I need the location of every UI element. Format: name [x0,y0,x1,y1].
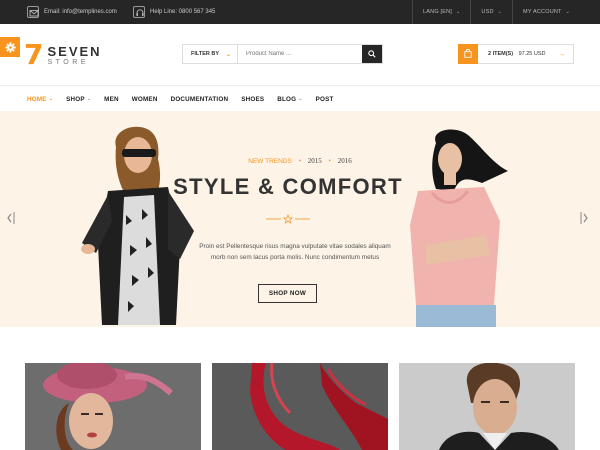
account-label: MY ACCOUNT [523,9,562,15]
cart-text: 2 ITEM(S) 97.25 USD [478,51,558,57]
email-text: Email: info@templines.com [44,9,117,15]
currency-label: USD [481,9,494,15]
hero-description-line: Proin est Pellentesque risus magna vulpu… [199,243,391,250]
currency-dropdown[interactable]: USD ⌄ [470,0,512,24]
hero-kicker-label: NEW TRENDS [248,158,292,165]
separator-dot: • [328,157,331,165]
chevron-left-icon [7,212,15,224]
nav-label: DOCUMENTATION [170,95,229,103]
category-banners [0,327,600,450]
filter-dropdown[interactable]: FILTER BY ⌄ [183,45,238,63]
cart-item-count: 2 ITEM(S) [488,51,514,57]
email-contact[interactable]: Email: info@templines.com [27,0,117,24]
logo-digit: 7 [24,38,44,71]
chevron-down-icon: ⌄ [497,9,503,15]
gear-icon [4,41,16,53]
nav-item-blog[interactable]: BLOG ⌄ [277,96,302,103]
logo-wordmark: SEVEN STORE [47,45,101,66]
arrow-right-icon: → [558,50,565,58]
nav-list: HOME ⌄ SHOP ⌄ MEN WOMEN DOCUMENTATION SHOE… [27,86,347,112]
settings-toggle[interactable] [0,37,20,57]
main-navigation: HOME ⌄ SHOP ⌄ MEN WOMEN DOCUMENTATION SHOE… [0,85,600,111]
cart-icon-box [458,43,478,64]
chevron-down-icon: ⌄ [86,96,92,102]
nav-item-women[interactable]: WOMEN [132,96,158,103]
nav-label: HOME [27,95,47,103]
chevron-right-icon [580,212,588,224]
chevron-down-icon: ⌄ [456,9,461,15]
cart-total: 97.25 USD [518,51,546,57]
top-bar: Email: info@templines.com Help Line: 080… [0,0,600,24]
chevron-down-icon: ⌄ [225,51,231,58]
nav-label: WOMEN [131,95,158,103]
headset-icon [133,6,145,18]
language-dropdown[interactable]: LANG [EN] ⌄ [412,0,470,24]
chevron-down-icon: ⌄ [298,96,303,102]
account-dropdown[interactable]: MY ACCOUNT ⌄ [512,0,600,24]
cart-summary[interactable]: 2 ITEM(S) 97.25 USD → [458,43,574,64]
language-label: LANG [EN] [423,9,453,15]
woman-hat-image [25,363,201,450]
shop-now-button[interactable]: SHOP NOW [258,284,317,303]
search-input[interactable] [238,45,362,63]
hero-slider: NEW TRENDS • 2015 • 2016 STYLE & COMFORT… [0,111,600,327]
logo-word-top: SEVEN [47,43,102,59]
shopping-bag-icon [464,49,472,58]
hero-title: STYLE & COMFORT [173,174,403,199]
envelope-icon [27,6,39,18]
hero-model-left-image [81,126,194,325]
helpline-text: Help Line: 0800 567 345 [150,9,216,15]
helpline-contact[interactable]: Help Line: 0800 567 345 [133,0,215,24]
hero-year-from: 2015 [307,157,322,165]
separator-dot: • [298,157,302,165]
slider-next-button[interactable] [580,211,590,225]
filter-label: FILTER BY [191,51,220,57]
nav-item-shoes[interactable]: SHOES [241,96,264,103]
man-jacket-image [399,363,575,450]
hero-kicker: NEW TRENDS • 2015 • 2016 [0,157,600,165]
nav-item-home[interactable]: HOME ⌄ [27,96,53,103]
star-divider-icon [266,214,310,224]
search-bar: FILTER BY ⌄ [182,44,383,64]
category-banner-hat[interactable] [25,363,201,450]
search-icon [368,50,376,58]
hero-description: Proin est Pellentesque risus magna vulpu… [170,241,420,263]
slider-prev-button[interactable] [5,211,15,225]
nav-item-men[interactable]: MEN [104,96,119,103]
nav-label: POST [315,95,334,103]
nav-label: BLOG [277,95,297,103]
search-button[interactable] [362,45,382,63]
nav-item-post[interactable]: POST [316,96,334,103]
logo-word-bottom: STORE [47,58,89,66]
nav-item-documentation[interactable]: DOCUMENTATION [171,96,229,103]
chevron-down-icon: ⌄ [565,9,570,15]
hero-year-to: 2016 [337,157,352,165]
red-heels-image [212,363,388,450]
site-logo[interactable]: 7 SEVEN STORE [24,40,102,70]
top-bar-menus: LANG [EN] ⌄ USD ⌄ MY ACCOUNT ⌄ [412,0,600,24]
hero-description-line: morb non sem lacus porta molis. Nunc con… [210,254,380,261]
nav-label: SHOES [241,95,265,103]
nav-label: MEN [104,95,119,103]
nav-item-shop[interactable]: SHOP ⌄ [66,96,91,103]
nav-label: SHOP [66,95,85,103]
chevron-down-icon: ⌄ [48,96,54,102]
category-banner-shoes[interactable] [212,363,388,450]
category-banner-men[interactable] [399,363,575,450]
